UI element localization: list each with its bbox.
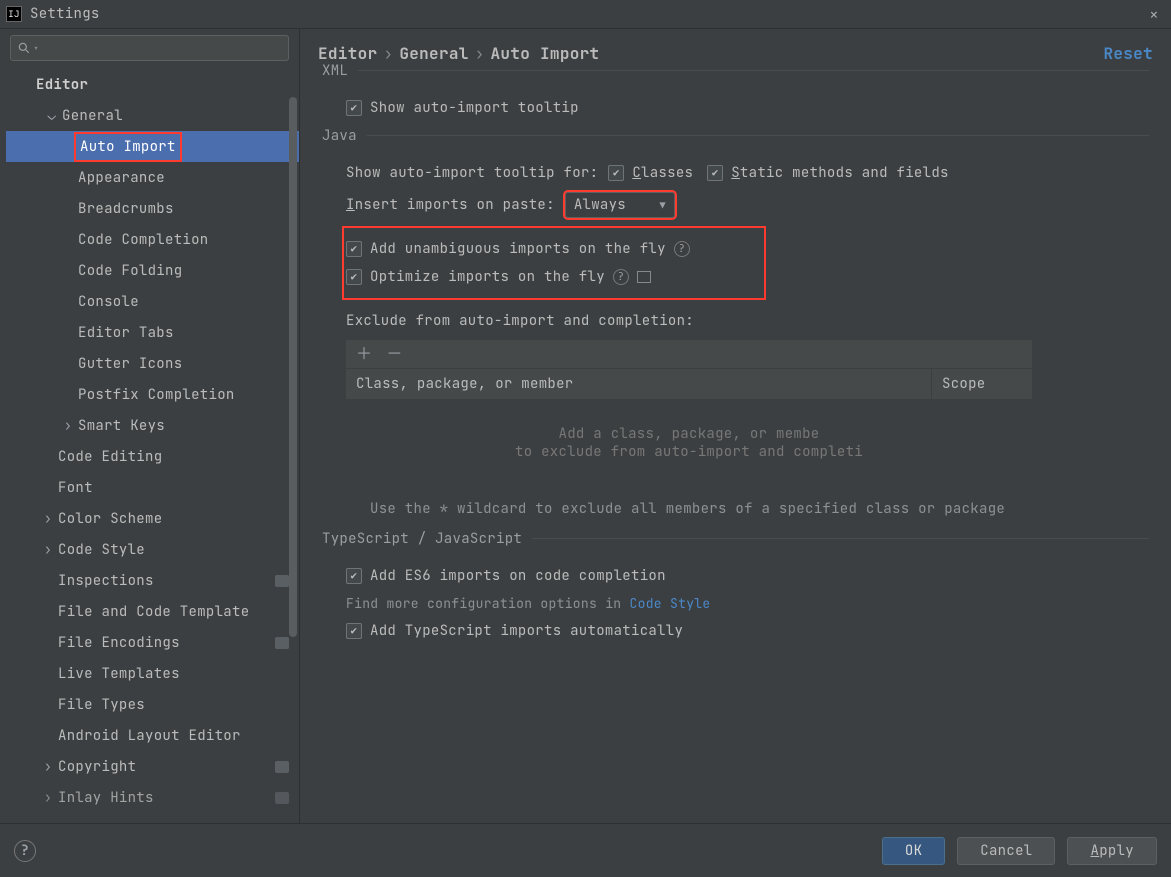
help-icon[interactable]: ? xyxy=(674,241,690,257)
settings-sidebar: ▾ Editor ⌄General Auto Import Appearance… xyxy=(0,29,300,823)
java-static-label: Static methods and fields xyxy=(731,164,949,182)
ts-es6-checkbox[interactable] xyxy=(346,568,362,584)
exclude-label: Exclude from auto-import and completion: xyxy=(346,312,694,330)
tree-item-font[interactable]: Font xyxy=(6,472,299,503)
title-bar: IJ Settings × xyxy=(0,0,1171,28)
xml-show-tooltip-label: Show auto-import tooltip xyxy=(370,99,579,117)
tree-item-inlay-hints[interactable]: ›Inlay Hints xyxy=(6,782,299,813)
section-xml-title: XML xyxy=(322,62,358,80)
app-icon: IJ xyxy=(6,6,22,22)
project-scope-icon xyxy=(637,271,651,283)
add-unambiguous-checkbox[interactable] xyxy=(346,241,362,257)
java-tooltip-for-label: Show auto-import tooltip for: xyxy=(346,164,598,182)
settings-content: Editor›General›Auto Import Reset XML Sho… xyxy=(300,29,1171,823)
tree-item-editor[interactable]: Editor xyxy=(6,69,299,100)
project-badge-icon xyxy=(275,761,289,773)
dialog-footer: ? OK Cancel Apply xyxy=(0,823,1171,877)
exclude-col-scope: Scope xyxy=(932,369,1032,399)
tree-item-inspections[interactable]: Inspections xyxy=(6,565,299,596)
help-button[interactable]: ? xyxy=(14,840,36,862)
close-icon[interactable]: × xyxy=(1143,4,1165,25)
section-ts-title: TypeScript / JavaScript xyxy=(322,530,532,548)
tree-item-file-types[interactable]: File Types xyxy=(6,689,299,720)
exclude-remove-icon[interactable]: － xyxy=(386,346,402,362)
chevron-down-icon: ▼ xyxy=(660,199,666,212)
tree-item-android-layout[interactable]: Android Layout Editor xyxy=(6,720,299,751)
chevron-right-icon: › xyxy=(42,758,54,776)
exclude-table: ＋ － Class, package, or member Scope Add … xyxy=(346,340,1032,486)
apply-button[interactable]: Apply xyxy=(1067,837,1157,865)
window-title: Settings xyxy=(30,5,100,23)
ts-es6-label: Add ES6 imports on code completion xyxy=(370,567,666,585)
cancel-button[interactable]: Cancel xyxy=(957,837,1055,865)
project-badge-icon xyxy=(275,575,289,587)
ts-find-more-note: Find more configuration options in Code … xyxy=(346,595,1149,612)
chevron-right-icon: › xyxy=(42,510,54,528)
exclude-wildcard-hint: Use the * wildcard to exclude all member… xyxy=(370,498,1010,520)
tree-item-code-completion[interactable]: Code Completion xyxy=(6,224,299,255)
project-badge-icon xyxy=(275,792,289,804)
ts-auto-checkbox[interactable] xyxy=(346,623,362,639)
insert-on-paste-dropdown[interactable]: Always▼ xyxy=(565,192,675,218)
xml-show-tooltip-checkbox[interactable] xyxy=(346,100,362,116)
help-icon[interactable]: ? xyxy=(613,269,629,285)
chevron-right-icon: › xyxy=(42,789,54,807)
tree-item-code-editing[interactable]: Code Editing xyxy=(6,441,299,472)
tree-item-file-encodings[interactable]: File Encodings xyxy=(6,627,299,658)
exclude-col-class: Class, package, or member xyxy=(346,369,932,399)
java-classes-label: Classes xyxy=(632,164,693,182)
chevron-right-icon: › xyxy=(42,541,54,559)
ok-button[interactable]: OK xyxy=(882,837,945,865)
java-classes-checkbox[interactable] xyxy=(608,165,624,181)
tree-item-smart-keys[interactable]: ›Smart Keys xyxy=(6,410,299,441)
tree-item-live-templates[interactable]: Live Templates xyxy=(6,658,299,689)
reset-link[interactable]: Reset xyxy=(1103,43,1153,64)
search-input[interactable]: ▾ xyxy=(10,35,289,61)
ts-auto-label: Add TypeScript imports automatically xyxy=(370,622,683,640)
optimize-imports-checkbox[interactable] xyxy=(346,269,362,285)
project-badge-icon xyxy=(275,637,289,649)
tree-item-appearance[interactable]: Appearance xyxy=(6,162,299,193)
tree-item-breadcrumbs[interactable]: Breadcrumbs xyxy=(6,193,299,224)
tree-item-color-scheme[interactable]: ›Color Scheme xyxy=(6,503,299,534)
insert-on-paste-label: Insert imports on paste: xyxy=(346,196,555,214)
tree-item-file-templates[interactable]: File and Code Template xyxy=(6,596,299,627)
exclude-add-icon[interactable]: ＋ xyxy=(356,346,372,362)
tree-item-general[interactable]: ⌄General xyxy=(6,100,299,131)
tree-item-auto-import[interactable]: Auto Import xyxy=(6,131,299,162)
optimize-imports-label: Optimize imports on the fly xyxy=(370,268,605,286)
chevron-right-icon: › xyxy=(62,417,74,435)
tree-item-code-style[interactable]: ›Code Style xyxy=(6,534,299,565)
add-unambiguous-label: Add unambiguous imports on the fly xyxy=(370,240,666,258)
section-java-title: Java xyxy=(322,127,367,145)
tree-item-copyright[interactable]: ›Copyright xyxy=(6,751,299,782)
dropdown-caret-icon: ▾ xyxy=(33,42,39,55)
tree-item-code-folding[interactable]: Code Folding xyxy=(6,255,299,286)
java-static-checkbox[interactable] xyxy=(707,165,723,181)
exclude-empty-body[interactable]: Add a class, package, or membe to exclud… xyxy=(346,400,1032,486)
tree-item-editor-tabs[interactable]: Editor Tabs xyxy=(6,317,299,348)
tree-item-console[interactable]: Console xyxy=(6,286,299,317)
search-icon xyxy=(17,41,31,55)
tree-item-gutter-icons[interactable]: Gutter Icons xyxy=(6,348,299,379)
code-style-link[interactable]: Code Style xyxy=(630,595,711,612)
sidebar-scrollbar[interactable] xyxy=(289,97,297,637)
tree-item-postfix[interactable]: Postfix Completion xyxy=(6,379,299,410)
breadcrumb: Editor›General›Auto Import xyxy=(318,43,1153,64)
chevron-down-icon: ⌄ xyxy=(46,107,58,125)
